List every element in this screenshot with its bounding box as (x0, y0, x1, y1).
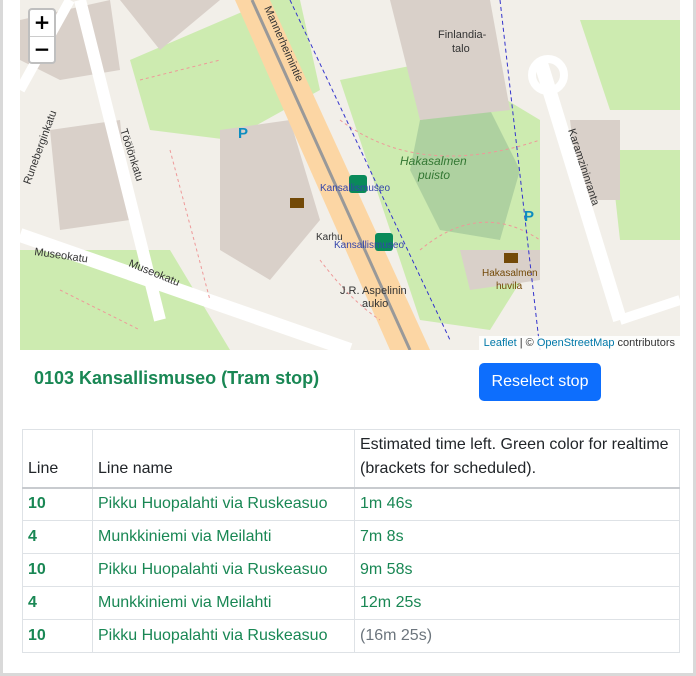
cell-line: 10 (22, 619, 93, 653)
cell-line: 4 (22, 586, 93, 620)
cell-line-name: Pikku Huopalahti via Ruskeasuo (92, 619, 355, 653)
cell-time: 7m 8s (354, 520, 680, 554)
map-label-hakasalmen: Hakasalmen (400, 154, 467, 168)
map-label-puisto: puisto (417, 168, 450, 182)
osm-link[interactable]: OpenStreetMap (537, 337, 615, 349)
map-label-huvila-2: huvila (496, 281, 523, 292)
zoom-control: + − (28, 8, 56, 64)
reselect-stop-button[interactable]: Reselect stop (479, 363, 601, 401)
header-time: Estimated time left. Green color for rea… (354, 429, 680, 488)
map-parking-icon-1: P (238, 125, 248, 142)
cell-time: 9m 58s (354, 553, 680, 587)
cell-line: 10 (22, 553, 93, 587)
map-tiles: Finlandia- talo Hakasalmen puisto Kansal… (20, 0, 680, 350)
map-label-karhu: Karhu (316, 232, 343, 243)
table-row: 4 Munkkiniemi via Meilahti 7m 8s (22, 520, 680, 554)
zoom-out-button[interactable]: − (30, 36, 54, 62)
cell-line-name: Pikku Huopalahti via Ruskeasuo (92, 553, 355, 587)
map-label-aukio: aukio (362, 298, 388, 310)
attribution-tail: contributors (614, 337, 675, 349)
leaflet-link[interactable]: Leaflet (484, 337, 517, 349)
map[interactable]: Finlandia- talo Hakasalmen puisto Kansal… (20, 0, 680, 350)
map-label-huvila-1: Hakasalmen (482, 268, 538, 279)
table-row: 10 Pikku Huopalahti via Ruskeasuo 9m 58s (22, 553, 680, 587)
map-label-talo: talo (452, 43, 470, 55)
cell-time: 12m 25s (354, 586, 680, 620)
departures-table: Line Line name Estimated time left. Gree… (22, 429, 680, 653)
cell-line: 10 (22, 487, 93, 521)
map-parking-icon-2: P (524, 208, 534, 225)
header-line-name: Line name (92, 429, 355, 488)
cell-line: 4 (22, 520, 93, 554)
cell-time: 1m 46s (354, 487, 680, 521)
map-attribution: Leaflet | © OpenStreetMap contributors (478, 336, 680, 350)
zoom-in-button[interactable]: + (30, 10, 54, 36)
table-header-row: Line Line name Estimated time left. Gree… (22, 429, 680, 488)
attribution-separator: | © (516, 337, 537, 349)
cell-line-name: Munkkiniemi via Meilahti (92, 520, 355, 554)
cell-time: (16m 25s) (354, 619, 680, 653)
table-row: 10 Pikku Huopalahti via Ruskeasuo (16m 2… (22, 619, 680, 653)
table-row: 4 Munkkiniemi via Meilahti 12m 25s (22, 586, 680, 620)
cell-line-name: Munkkiniemi via Meilahti (92, 586, 355, 620)
stop-title: 0103 Kansallismuseo (Tram stop) (34, 368, 320, 388)
map-label-kansallismuseo-north: Kansallismuseo (320, 183, 390, 194)
header-line: Line (22, 429, 93, 488)
map-label-aspelinin: J.R. Aspelinin (340, 285, 407, 297)
map-label-kansallismuseo-south: Kansallismuseo (334, 240, 404, 251)
map-label-finlandia: Finlandia- (438, 29, 487, 41)
app-frame: Finlandia- talo Hakasalmen puisto Kansal… (0, 0, 696, 676)
table-row: 10 Pikku Huopalahti via Ruskeasuo 1m 46s (22, 487, 680, 521)
cell-line-name: Pikku Huopalahti via Ruskeasuo (92, 487, 355, 521)
